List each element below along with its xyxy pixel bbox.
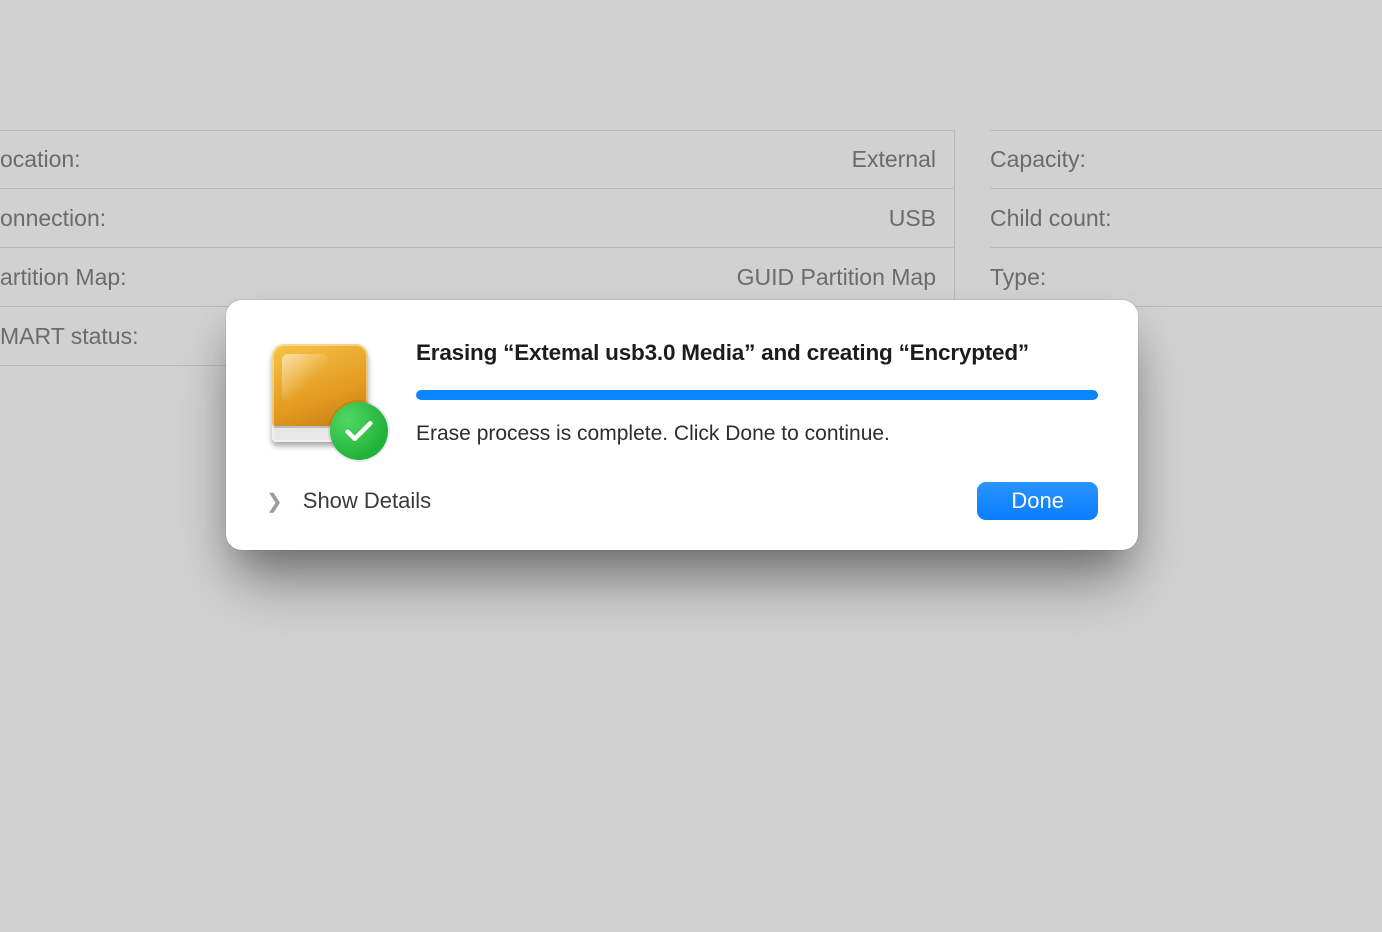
info-row-type: Type: — [990, 248, 1382, 307]
info-value: GUID Partition Map — [737, 264, 936, 291]
info-label: Capacity: — [990, 146, 1382, 173]
chevron-right-icon: ❯ — [266, 489, 283, 514]
info-row-connection: onnection: USB — [0, 189, 954, 248]
info-value: External — [852, 146, 936, 173]
checkmark-icon — [342, 414, 376, 448]
checkmark-badge-icon — [330, 402, 388, 460]
dialog-body: Erasing “Extemal usb3.0 Media” and creat… — [266, 338, 1098, 454]
done-button[interactable]: Done — [977, 482, 1098, 520]
show-details-label: Show Details — [303, 488, 431, 514]
drive-success-icon — [266, 338, 382, 454]
dialog-status-text: Erase process is complete. Click Done to… — [416, 422, 1098, 446]
dialog-title: Erasing “Extemal usb3.0 Media” and creat… — [416, 338, 1098, 368]
info-label: Type: — [990, 264, 1382, 291]
info-label: artition Map: — [0, 264, 737, 291]
erase-complete-dialog: Erasing “Extemal usb3.0 Media” and creat… — [226, 300, 1138, 550]
info-row-location: ocation: External — [0, 130, 954, 189]
show-details-button[interactable]: ❯ Show Details — [266, 488, 431, 514]
info-label: ocation: — [0, 146, 852, 173]
dialog-footer: ❯ Show Details Done — [266, 482, 1098, 520]
info-row-capacity: Capacity: — [990, 130, 1382, 189]
info-label: Child count: — [990, 205, 1382, 232]
info-label: onnection: — [0, 205, 889, 232]
erase-progress-bar — [416, 390, 1098, 400]
dialog-text: Erasing “Extemal usb3.0 Media” and creat… — [416, 338, 1098, 454]
info-row-partition-map: artition Map: GUID Partition Map — [0, 248, 954, 307]
info-row-child-count: Child count: — [990, 189, 1382, 248]
info-value: USB — [889, 205, 936, 232]
